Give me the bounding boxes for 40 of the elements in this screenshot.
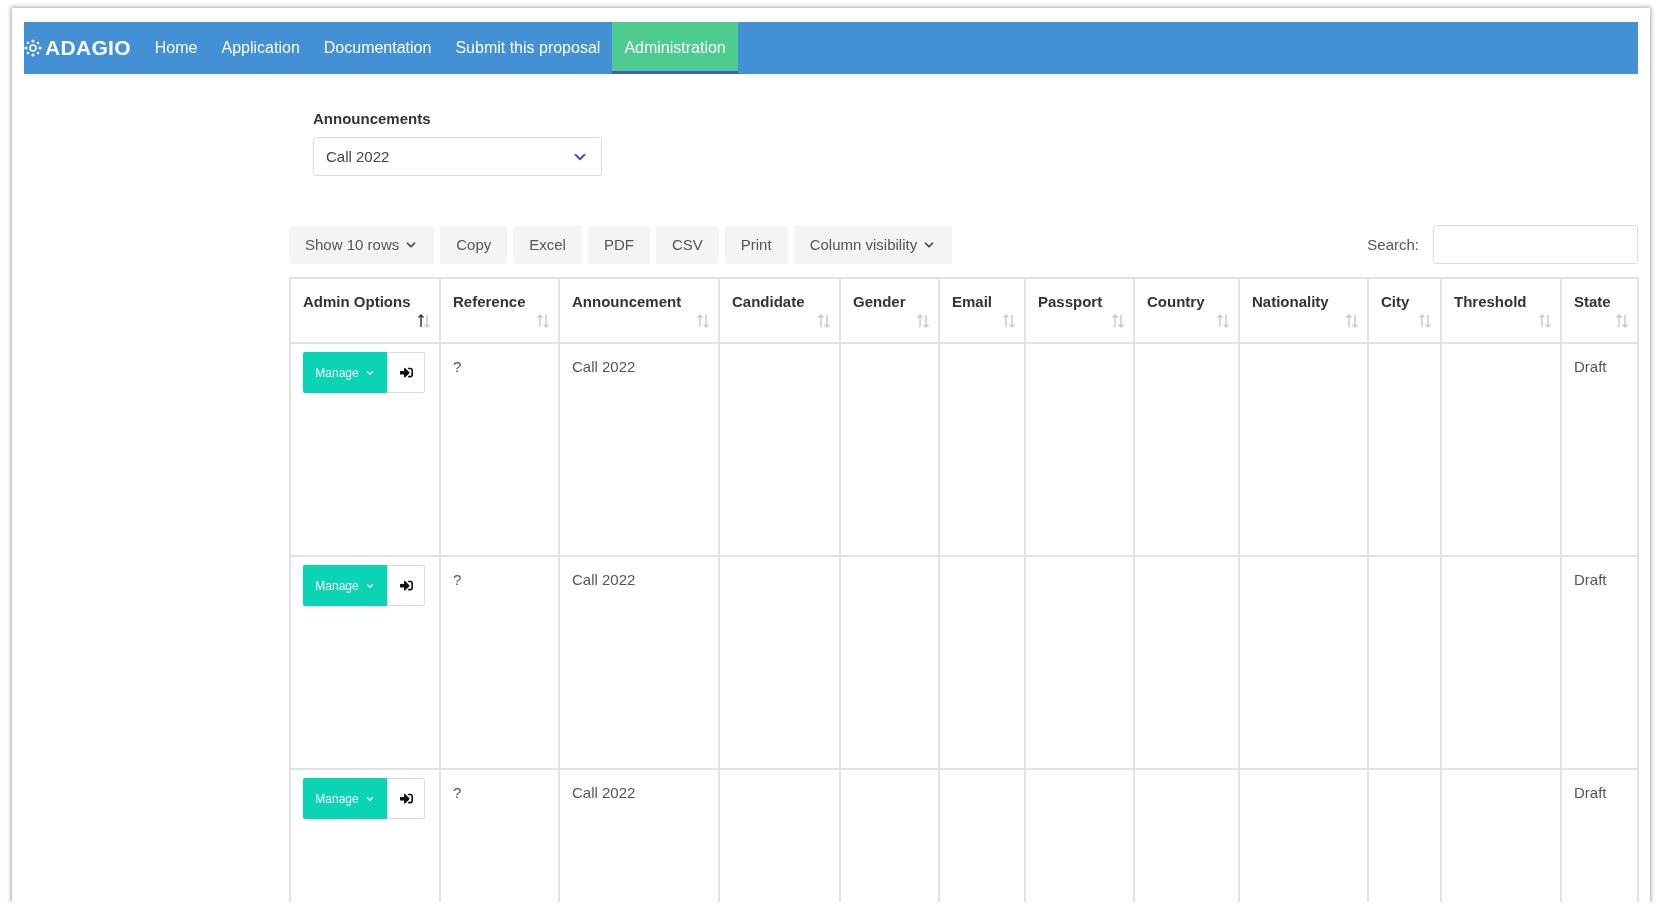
table-cell: ? [453,784,462,801]
column-header[interactable]: Admin Options [290,278,440,343]
sort-icon[interactable] [417,314,431,328]
column-header[interactable]: Country [1134,278,1239,343]
column-header[interactable]: City [1368,278,1441,343]
column-header[interactable]: Announcement [559,278,719,343]
table-cell: ? [453,571,462,588]
column-header[interactable]: State [1561,278,1638,343]
sign-in-button[interactable] [387,778,425,819]
column-header[interactable]: Email [939,278,1025,343]
column-header[interactable]: Reference [440,278,559,343]
table-cell: Draft [1574,784,1607,801]
toolbar-button[interactable]: Show 10 rows [289,225,435,264]
toolbar-button[interactable]: Excel [513,225,582,264]
table-cell: Call 2022 [572,358,636,375]
table-cell: Draft [1574,358,1607,375]
toolbar-button[interactable]: Print [724,225,788,264]
column-header[interactable]: Threshold [1441,278,1561,343]
field-label: Announcements [313,110,432,127]
column-header[interactable]: Passport [1025,278,1134,343]
announcement-select[interactable]: Call 2022 [313,137,602,176]
table-cell: Call 2022 [572,571,636,588]
logo-icon [24,39,42,57]
table-cell: Call 2022 [572,784,636,801]
column-header[interactable]: Candidate [719,278,840,343]
search-field[interactable] [1433,225,1638,264]
sign-in-icon [399,366,413,379]
column-header[interactable]: Gender [840,278,939,343]
search-label: Search: [1367,236,1419,253]
sign-in-icon [399,792,413,805]
toolbar-button[interactable]: Column visibility [793,225,953,264]
table-cell: ? [453,358,462,375]
sign-in-icon [399,579,413,592]
column-header[interactable]: Nationality [1239,278,1368,343]
sign-in-button[interactable] [387,565,425,606]
toolbar-button[interactable]: Copy [440,225,508,264]
toolbar-button[interactable]: PDF [587,225,650,264]
toolbar-button[interactable]: CSV [655,225,719,264]
sign-in-button[interactable] [387,352,425,393]
table-cell: Draft [1574,571,1607,588]
